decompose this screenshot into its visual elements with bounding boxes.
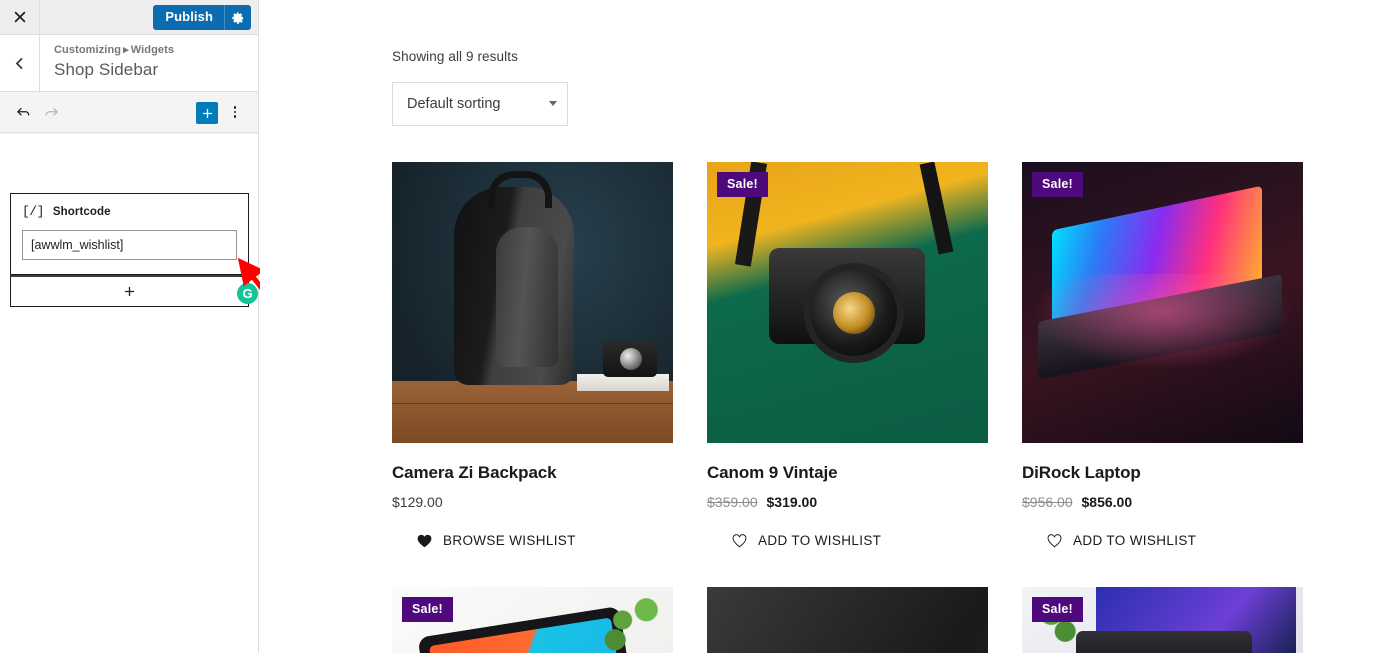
- heart-outline-icon: [1047, 533, 1062, 547]
- orderby-select[interactable]: Default sortingSort by popularitySort by…: [392, 82, 568, 126]
- breadcrumb-section: Widgets: [130, 44, 175, 56]
- orderby-wrapper: Default sortingSort by popularitySort by…: [392, 82, 568, 126]
- shortcode-block-header: [/] Shortcode: [22, 205, 237, 218]
- sorting-form: Default sortingSort by popularitySort by…: [392, 82, 1304, 126]
- product-price: $129.00: [392, 493, 673, 511]
- product-title[interactable]: DiRock Laptop: [1022, 462, 1303, 484]
- panel-header-text: Customizing ▸ Widgets Shop Sidebar: [40, 35, 174, 91]
- back-button[interactable]: [0, 35, 40, 91]
- add-to-wishlist-link[interactable]: ADD TO WISHLIST: [707, 532, 988, 549]
- sale-badge: Sale!: [717, 172, 768, 197]
- product-card[interactable]: [707, 587, 988, 653]
- product-image: [707, 162, 988, 443]
- product-thumbnail[interactable]: [707, 587, 988, 653]
- close-icon: [14, 11, 25, 23]
- product-card[interactable]: Sale! Canom 9 Vintaje $359.00 $319.00 AD…: [707, 162, 988, 549]
- shortcode-block[interactable]: [/] Shortcode: [10, 193, 249, 275]
- block-editor-toolbar: [0, 92, 258, 133]
- shortcode-block-title: Shortcode: [52, 205, 111, 218]
- plus-icon: [124, 286, 135, 297]
- block-list: [/] Shortcode G: [10, 193, 258, 307]
- product-title[interactable]: Camera Zi Backpack: [392, 462, 673, 484]
- product-thumbnail[interactable]: Sale!: [1022, 587, 1303, 653]
- panel-header: Customizing ▸ Widgets Shop Sidebar: [0, 35, 258, 92]
- result-count: Showing all 9 results: [392, 49, 518, 64]
- product-thumbnail[interactable]: Sale!: [707, 162, 988, 443]
- customizer-sidebar: Publish Customizing ▸ Widgets Shop Sidebar: [0, 0, 311, 653]
- product-card[interactable]: Sale! DiRock Laptop $956.00 $856.00 ADD …: [1022, 162, 1303, 549]
- publish-settings-button[interactable]: [224, 5, 251, 30]
- block-appender[interactable]: G: [10, 275, 258, 307]
- product-thumbnail[interactable]: [392, 162, 673, 443]
- publish-button[interactable]: Publish: [153, 5, 224, 30]
- breadcrumb: Customizing ▸ Widgets: [54, 44, 174, 57]
- wishlist-link-label: ADD TO WISHLIST: [758, 533, 882, 548]
- chevron-left-icon: [15, 57, 23, 69]
- product-thumbnail[interactable]: Sale!: [1022, 162, 1303, 443]
- widget-area-canvas: [/] Shortcode G: [0, 134, 258, 653]
- shortcode-icon: [/]: [22, 204, 44, 219]
- publish-group: Publish: [153, 5, 251, 30]
- grammarly-icon[interactable]: G: [237, 283, 258, 304]
- customizer-topbar: Publish: [0, 0, 258, 35]
- browse-wishlist-link[interactable]: BROWSE WISHLIST: [392, 532, 673, 549]
- sale-badge: Sale!: [1032, 172, 1083, 197]
- add-block-button[interactable]: [196, 102, 218, 124]
- redo-button[interactable]: [34, 92, 68, 132]
- customizer-screen: Publish Customizing ▸ Widgets Shop Sidebar: [0, 0, 1398, 653]
- sale-badge: Sale!: [402, 597, 453, 622]
- product-card[interactable]: Sale!: [392, 587, 673, 653]
- panel-title: Shop Sidebar: [54, 60, 159, 79]
- product-price: $956.00 $856.00: [1022, 493, 1303, 511]
- product-price: $359.00 $319.00: [707, 493, 988, 511]
- site-preview-frame: Showing all 9 results Default sortingSor…: [260, 0, 1398, 653]
- plus-icon: [202, 108, 212, 118]
- product-thumbnail[interactable]: Sale!: [392, 587, 673, 653]
- product-image: [1022, 162, 1303, 443]
- product-image: [392, 162, 673, 443]
- block-options-button[interactable]: [224, 101, 246, 123]
- redo-icon: [45, 107, 58, 116]
- close-customizer-button[interactable]: [0, 0, 40, 34]
- wishlist-link-label: BROWSE WISHLIST: [443, 533, 576, 548]
- price-regular: $359.00: [707, 494, 758, 510]
- add-to-wishlist-link[interactable]: ADD TO WISHLIST: [1022, 532, 1303, 549]
- price-current: $129.00: [392, 494, 443, 510]
- shortcode-input[interactable]: [22, 230, 237, 260]
- undo-icon: [16, 107, 29, 116]
- gear-icon: [232, 11, 244, 24]
- heart-outline-icon: [732, 533, 747, 547]
- product-grid: Camera Zi Backpack $129.00 BROWSE WISHLI…: [392, 162, 1304, 653]
- product-card[interactable]: Camera Zi Backpack $129.00 BROWSE WISHLI…: [392, 162, 673, 549]
- breadcrumb-parent: Customizing: [54, 44, 122, 56]
- wishlist-link-label: ADD TO WISHLIST: [1073, 533, 1197, 548]
- product-title[interactable]: Canom 9 Vintaje: [707, 462, 988, 484]
- product-card[interactable]: Sale!: [1022, 587, 1303, 653]
- product-image: [707, 587, 988, 653]
- price-current: $319.00: [766, 494, 818, 510]
- sale-badge: Sale!: [1032, 597, 1083, 622]
- kebab-menu-icon: [233, 106, 237, 118]
- heart-filled-icon: [417, 534, 432, 547]
- shop-content: Showing all 9 results Default sortingSor…: [392, 0, 1304, 653]
- price-current: $856.00: [1081, 494, 1133, 510]
- breadcrumb-separator: ▸: [123, 44, 129, 56]
- price-regular: $956.00: [1022, 494, 1073, 510]
